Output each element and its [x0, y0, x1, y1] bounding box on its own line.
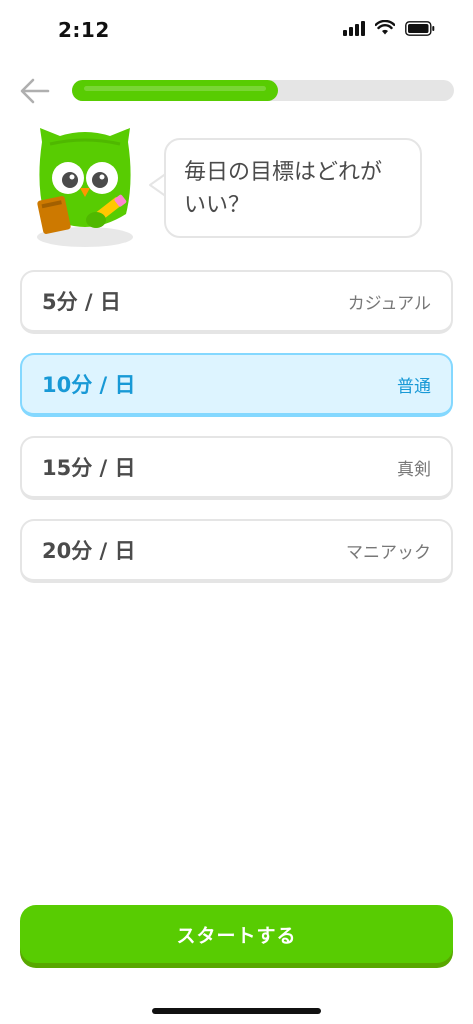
- status-icons: [343, 20, 435, 36]
- progress-fill: [72, 80, 278, 101]
- goal-options-list: 5分 / 日 カジュアル 10分 / 日 普通 15分 / 日 真剣 20分 /…: [20, 270, 453, 602]
- signal-icon: [343, 20, 365, 36]
- status-bar: 2:12: [0, 0, 473, 60]
- status-time: 2:12: [58, 18, 110, 42]
- option-time-label: 15分 / 日: [42, 456, 136, 480]
- goal-option-20min[interactable]: 20分 / 日 マニアック: [20, 519, 453, 583]
- battery-icon: [405, 20, 435, 36]
- option-level-label: マニアック: [346, 542, 431, 563]
- option-time-label: 20分 / 日: [42, 539, 136, 563]
- owl-mascot: [30, 122, 140, 252]
- goal-option-15min[interactable]: 15分 / 日 真剣: [20, 436, 453, 500]
- question-text: 毎日の目標はどれがいい？: [184, 160, 383, 218]
- start-button-label: スタートする: [176, 924, 297, 947]
- arrow-left-icon: [20, 78, 50, 104]
- option-level-label: カジュアル: [347, 293, 431, 314]
- start-button[interactable]: スタートする: [20, 905, 453, 963]
- goal-option-10min[interactable]: 10分 / 日 普通: [20, 353, 453, 417]
- speech-bubble: 毎日の目標はどれがいい？: [164, 138, 422, 238]
- option-level-label: 普通: [397, 376, 431, 397]
- back-button[interactable]: [18, 76, 52, 106]
- progress-bar: [72, 80, 454, 101]
- option-time-label: 5分 / 日: [42, 290, 121, 314]
- home-indicator[interactable]: [152, 1008, 321, 1014]
- progress-highlight: [84, 86, 266, 91]
- wifi-icon: [375, 20, 395, 36]
- option-time-label: 10分 / 日: [42, 373, 136, 397]
- option-level-label: 真剣: [397, 459, 431, 480]
- goal-option-5min[interactable]: 5分 / 日 カジュアル: [20, 270, 453, 334]
